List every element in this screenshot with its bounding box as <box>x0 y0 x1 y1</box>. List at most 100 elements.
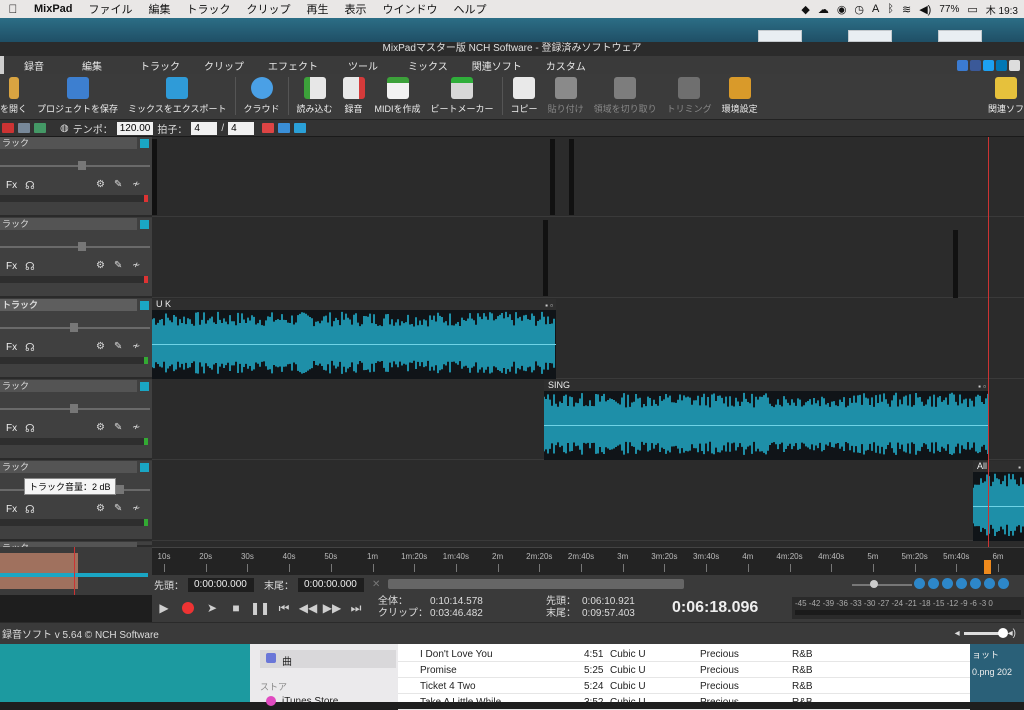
volume-icon[interactable]: ◀) <box>919 3 931 16</box>
playhead[interactable] <box>988 137 989 547</box>
selection-start-input[interactable]: 0:00:00.000 <box>188 577 254 592</box>
time-ruler[interactable]: 10s 20s 30s 40s 50s 1m 1m:20s 1m:40s 2m 2m:20s 2m:… <box>152 547 1024 575</box>
snap-icon[interactable] <box>262 123 275 133</box>
fx-button[interactable]: Fx <box>6 261 17 272</box>
track-color-swatch[interactable] <box>140 220 149 229</box>
track-color-swatch[interactable] <box>140 301 149 310</box>
sidebar-item-songs[interactable]: 曲 <box>260 650 396 668</box>
zoom-vertical-icon[interactable] <box>984 578 995 589</box>
automation-icon[interactable]: ⚙ <box>96 503 105 514</box>
audio-clip[interactable] <box>152 139 157 215</box>
track-solo-icon[interactable] <box>34 123 46 133</box>
related-software-button[interactable]: 関連ソフ <box>983 73 1024 119</box>
track-lane[interactable]: U K ▪ ▫ <box>152 299 1024 379</box>
automation-icon[interactable]: ⚙ <box>96 179 105 190</box>
volume-high-icon[interactable]: ◂) <box>1008 628 1016 639</box>
bluetooth-icon[interactable]: ᛒ <box>887 3 894 15</box>
clear-selection-icon[interactable]: ✕ <box>372 579 380 590</box>
track-add-icon[interactable] <box>18 123 30 133</box>
track-name[interactable]: トラック <box>0 299 137 311</box>
wrench-icon[interactable]: ✎ <box>114 260 122 271</box>
audio-clip-sing[interactable]: SING ▪ ▫ <box>544 380 989 460</box>
track-color-swatch[interactable] <box>140 382 149 391</box>
track-header[interactable]: トラック Fx ☊ ⚙ ✎ ≁ <box>0 299 152 379</box>
mute-icon[interactable]: ≁ <box>132 260 140 271</box>
go-end-icon[interactable]: ⏭ <box>346 598 366 618</box>
track-name[interactable]: ラック <box>0 218 137 230</box>
tab-edit[interactable]: 編集 <box>70 58 114 73</box>
headphones-icon[interactable]: ☊ <box>25 422 35 435</box>
tab-related-software[interactable]: 関連ソフト <box>460 58 534 73</box>
desktop-file[interactable]: ョット 0.png 202 <box>970 644 1024 702</box>
fx-button[interactable]: Fx <box>6 423 17 434</box>
wifi-icon[interactable]: ≋ <box>902 3 911 16</box>
track-delete-icon[interactable] <box>2 123 14 133</box>
headphones-icon[interactable]: ☊ <box>25 260 35 273</box>
zoom-out-icon[interactable] <box>928 578 939 589</box>
tab-mix[interactable]: ミックス <box>396 58 460 73</box>
open-button[interactable]: を開く <box>0 73 32 119</box>
track-header[interactable]: ラック Fx ☊ ⚙ ✎ ≁ <box>0 218 152 298</box>
volume-low-icon[interactable]: ◂ <box>955 628 960 639</box>
sidebar-item-itunes-store[interactable]: iTunes Store <box>260 694 396 708</box>
like-icon[interactable] <box>957 59 968 71</box>
track-name[interactable]: ラック <box>0 380 137 392</box>
settings-button[interactable]: 環境設定 <box>717 73 763 119</box>
creative-cloud-icon[interactable]: ☁ <box>818 3 829 16</box>
cloud-button[interactable]: クラウド <box>239 73 285 119</box>
master-volume-slider[interactable] <box>963 628 1008 638</box>
mute-icon[interactable]: ≁ <box>132 341 140 352</box>
zoom-selection-icon[interactable] <box>956 578 967 589</box>
timeline-area[interactable]: U K ▪ ▫ SING ▪ ▫ All ▪ <box>152 137 1024 547</box>
mute-icon[interactable]: ≁ <box>132 179 140 190</box>
clip-header[interactable]: All ▪ <box>973 461 1024 472</box>
loop-icon[interactable] <box>294 123 307 133</box>
menu-app-name[interactable]: MixPad <box>26 3 81 15</box>
zoom-fit-icon[interactable] <box>942 578 953 589</box>
zoom-slider[interactable] <box>852 584 912 586</box>
beatmaker-button[interactable]: ビートメーカー <box>426 73 499 119</box>
fast-forward-icon[interactable]: ▶▶ <box>322 598 342 618</box>
automation-icon[interactable]: ⚙ <box>96 341 105 352</box>
song-row[interactable]: Ticket 4 Two 5:24 Cubic U Precious R&B <box>398 678 970 694</box>
mute-icon[interactable]: ≁ <box>132 422 140 433</box>
track-lane[interactable]: SING ▪ ▫ <box>152 380 1024 460</box>
desktop-thumbnail[interactable] <box>758 30 802 42</box>
track-lane[interactable] <box>152 137 1024 217</box>
copy-button[interactable]: コピー <box>506 73 543 119</box>
song-row[interactable]: Take A Little While 3:52 Cubic U Preciou… <box>398 694 970 710</box>
audio-clip[interactable] <box>543 220 548 296</box>
zoom-vertical-out-icon[interactable] <box>998 578 1009 589</box>
wrench-icon[interactable]: ✎ <box>114 422 122 433</box>
facebook-icon[interactable] <box>970 59 981 71</box>
headphones-icon[interactable]: ☊ <box>25 179 35 192</box>
export-mix-button[interactable]: ミックスをエクスポート <box>123 73 231 119</box>
automation-icon[interactable]: ⚙ <box>96 260 105 271</box>
cursor-icon[interactable]: ➤ <box>202 598 222 618</box>
save-project-button[interactable]: プロジェクトを保存 <box>32 73 123 119</box>
wrench-icon[interactable]: ✎ <box>114 503 122 514</box>
dropbox-icon[interactable]: ◆ <box>801 3 809 16</box>
fx-button[interactable]: Fx <box>6 180 17 191</box>
import-button[interactable]: 読み込む <box>292 73 338 119</box>
menu-view[interactable]: 表示 <box>337 1 375 17</box>
volume-knob[interactable] <box>70 404 78 413</box>
zoom-knob[interactable] <box>870 580 878 588</box>
overview-panel[interactable] <box>0 547 152 595</box>
play-icon[interactable]: ▶ <box>154 598 174 618</box>
track-name[interactable]: ラック <box>0 137 137 149</box>
cut-region-button[interactable]: 領域を切り取り <box>589 73 662 119</box>
metronome-icon[interactable]: ◍ <box>60 123 69 134</box>
clip-header[interactable]: SING ▪ ▫ <box>544 380 989 391</box>
automation-icon[interactable]: ⚙ <box>96 422 105 433</box>
volume-slider[interactable] <box>0 165 150 167</box>
volume-knob[interactable] <box>78 242 86 251</box>
grid-icon[interactable] <box>278 123 291 133</box>
menu-help[interactable]: ヘルプ <box>446 1 495 17</box>
mute-icon[interactable]: ≁ <box>132 503 140 514</box>
desktop-thumbnail[interactable] <box>848 30 892 42</box>
track-color-swatch[interactable] <box>140 139 149 148</box>
volume-slider[interactable] <box>0 246 150 248</box>
wrench-icon[interactable]: ✎ <box>114 341 122 352</box>
song-row[interactable]: Promise 5:25 Cubic U Precious R&B <box>398 662 970 678</box>
